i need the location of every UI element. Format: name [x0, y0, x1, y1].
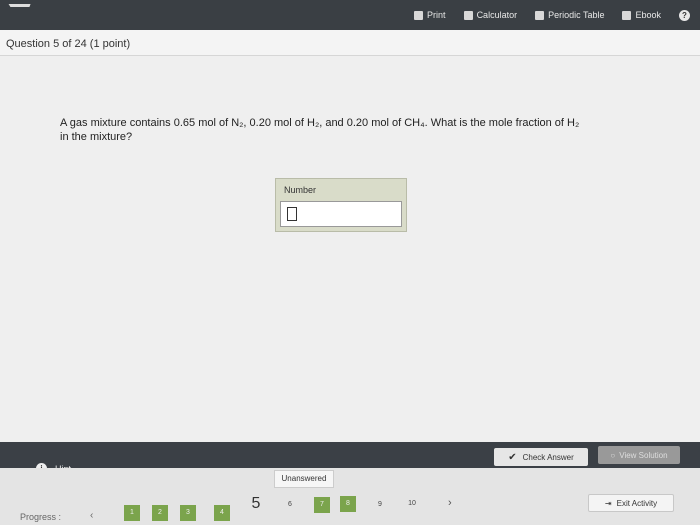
answer-box: Number — [275, 178, 407, 232]
progress-page-6[interactable]: 6 — [282, 497, 298, 513]
progress-page-2[interactable]: 2 — [152, 505, 168, 521]
question-title: Question 5 of 24 (1 point) — [6, 38, 131, 50]
answer-input[interactable] — [280, 201, 402, 227]
progress-page-5[interactable]: 5 — [248, 496, 264, 512]
progress-page-7[interactable]: 7 — [314, 497, 330, 513]
status-badge: Unanswered — [274, 470, 334, 488]
progress-label: Progress : — [20, 512, 62, 522]
prev-arrow-icon[interactable]: ‹ — [90, 510, 93, 521]
input-cursor — [287, 207, 297, 221]
progress-page-10[interactable]: 10 — [404, 496, 420, 512]
calculator-icon — [463, 10, 473, 20]
progress-page-3[interactable]: 3 — [180, 505, 196, 521]
progress-page-1[interactable]: 1 — [124, 505, 140, 521]
view-solution-button[interactable]: ○ View Solution — [598, 446, 680, 464]
periodic-table-button[interactable]: Periodic Table — [535, 10, 604, 20]
calculator-button[interactable]: Calculator — [463, 10, 517, 20]
question-content: A gas mixture contains 0.65 mol of N₂, 0… — [0, 56, 700, 442]
checkmark-icon: ✔ — [508, 451, 517, 463]
action-bar — [0, 442, 700, 468]
progress-page-4[interactable]: 4 — [214, 505, 230, 521]
printer-icon — [414, 10, 424, 20]
help-icon[interactable]: ? — [679, 9, 690, 21]
book-icon — [622, 10, 632, 20]
exit-activity-button[interactable]: ⇥ Exit Activity — [588, 494, 674, 512]
print-button[interactable]: Print — [414, 10, 446, 20]
next-arrow-icon[interactable]: › — [448, 497, 452, 509]
table-icon — [535, 10, 545, 20]
question-text: A gas mixture contains 0.65 mol of N₂, 0… — [60, 117, 580, 143]
progress-page-8[interactable]: 8 — [340, 496, 356, 512]
progress-page-9[interactable]: 9 — [372, 497, 388, 513]
check-answer-button[interactable]: ✔ Check Answer — [494, 448, 588, 466]
exit-icon: ⇥ — [604, 498, 612, 508]
logo-icon — [3, 4, 31, 18]
answer-label: Number — [284, 185, 317, 195]
question-header: Question 5 of 24 (1 point) — [0, 30, 700, 56]
lightbulb-icon: ○ — [610, 450, 616, 460]
top-toolbar: Print Calculator Periodic Table Ebook ? — [0, 0, 700, 30]
ebook-button[interactable]: Ebook — [622, 10, 661, 20]
